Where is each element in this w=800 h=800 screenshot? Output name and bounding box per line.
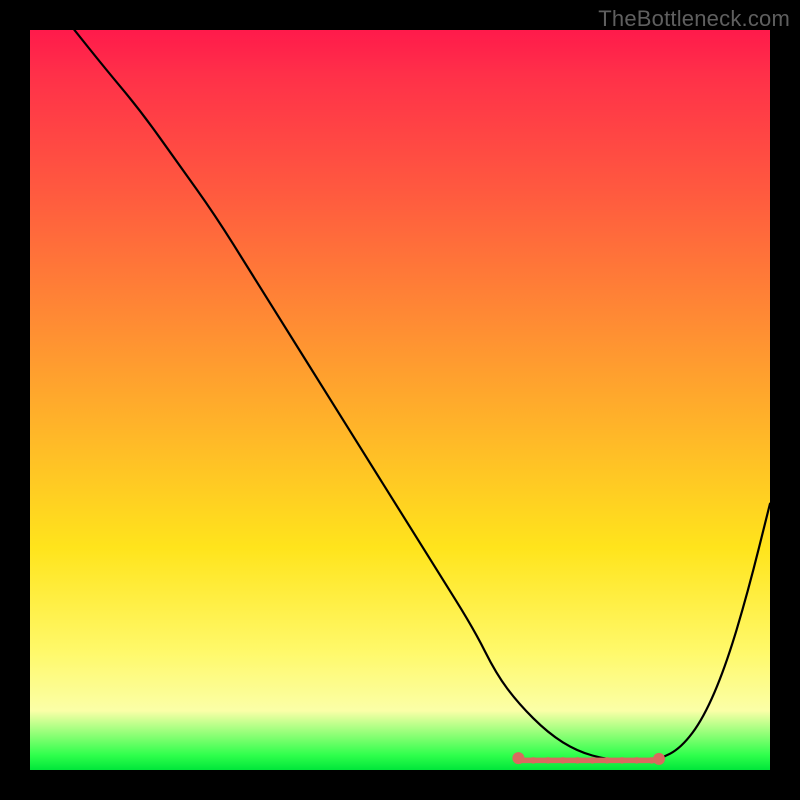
optimal-zone-marker bbox=[574, 757, 580, 763]
optimal-zone-marker bbox=[604, 757, 610, 763]
optimal-zone-marker bbox=[530, 757, 536, 763]
optimal-zone-endpoint bbox=[653, 753, 665, 765]
optimal-zone-marker bbox=[634, 757, 640, 763]
optimal-zone-marker bbox=[589, 757, 595, 763]
watermark-text: TheBottleneck.com bbox=[598, 6, 790, 32]
optimal-zone-endpoint bbox=[512, 752, 524, 764]
chart-frame: TheBottleneck.com bbox=[0, 0, 800, 800]
curve-svg bbox=[30, 30, 770, 770]
plot-area bbox=[30, 30, 770, 770]
optimal-zone-marker bbox=[560, 757, 566, 763]
optimal-zone-marker bbox=[619, 757, 625, 763]
optimal-zone-marker bbox=[545, 757, 551, 763]
bottleneck-curve bbox=[74, 30, 770, 761]
optimal-zone-marker bbox=[648, 757, 654, 763]
